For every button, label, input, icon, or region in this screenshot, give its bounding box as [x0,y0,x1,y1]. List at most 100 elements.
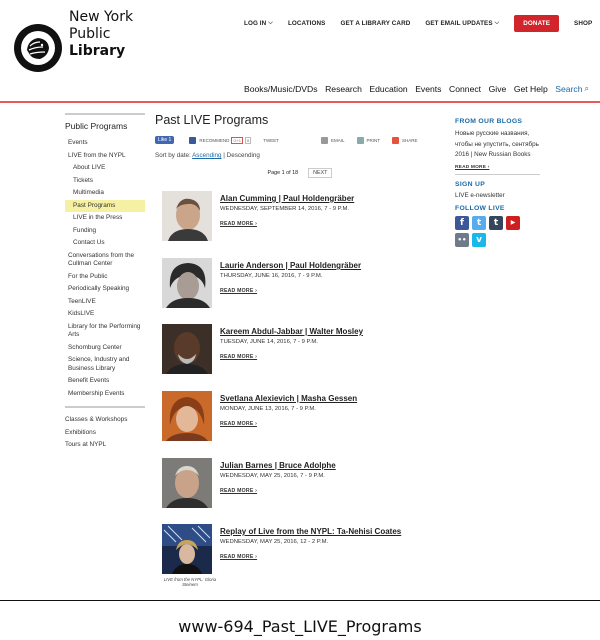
google-plus-count: 0 [245,136,252,144]
right-divider [455,173,540,175]
sidebar-item-membership-events[interactable]: Membership Events [65,388,145,401]
youtube-icon[interactable]: ▶ [506,215,520,230]
flickr-icon[interactable]: •• [455,232,469,247]
sidebar-item-sibl[interactable]: Science, Industry and Business Library [65,354,145,375]
shop-link[interactable]: SHOP [574,20,592,27]
share-bar: Like 1 RECOMMEND G+1 0 TWEET EMAIL PRINT… [155,134,445,146]
sidebar-item-classes[interactable]: Classes & Workshops [65,414,145,427]
read-more-link[interactable]: READ MORE › [220,488,430,494]
sidebar-item-tickets[interactable]: Tickets [65,175,145,188]
event-thumbnail[interactable] [162,258,212,308]
facebook-icon [189,136,197,144]
next-page-button[interactable]: NEXT [308,168,333,178]
sidebar-item-live-from-nypl[interactable]: LIVE from the NYPL [65,150,145,163]
google-plus-button[interactable]: G+1 [231,136,244,144]
search-button[interactable]: Search ⌕ [555,84,589,94]
event-title-link[interactable]: Laurie Anderson | Paul Holdengräber [220,261,430,270]
event-info: Alan Cumming | Paul Holdengräber WEDNESD… [220,194,430,227]
sidebar-item-multimedia[interactable]: Multimedia [65,187,145,200]
event-date: WEDNESDAY, SEPTEMBER 14, 2016, 7 - 9 P.M… [220,206,349,212]
thumbnail-caption: LIVE from the NYPL: Gloria Steinem [163,577,217,588]
login-link[interactable]: LOG IN ⌵ [244,20,273,27]
locations-link[interactable]: LOCATIONS [288,20,326,27]
event-thumbnail[interactable] [162,391,212,441]
sidebar-item-about-live[interactable]: About LIVE [65,162,145,175]
tumblr-icon[interactable]: t [489,215,503,230]
facebook-like-button[interactable]: Like 1 [155,136,175,144]
sort-descending-link[interactable]: Descending [227,152,260,159]
page-title: Past LIVE Programs [155,113,269,127]
event-info: Laurie Anderson | Paul Holdengräber THUR… [220,261,430,294]
event-thumbnail[interactable] [162,191,212,241]
recommend-button[interactable]: RECOMMEND G+1 0 [189,136,252,144]
event-thumbnail[interactable] [162,524,212,574]
sidebar-divider [65,406,145,408]
sidebar-item-periodically-speaking[interactable]: Periodically Speaking [65,283,145,296]
page-indicator: Page 1 of 18 [267,170,299,176]
sidebar-heading[interactable]: Public Programs [65,121,145,131]
sidebar-item-funding[interactable]: Funding [65,225,145,238]
blog-post-link[interactable]: Новые русские названия, чтобы не упустит… [455,129,540,161]
email-button[interactable]: EMAIL [321,136,345,144]
email-label: EMAIL [331,137,345,143]
sidebar-item-cullman-center[interactable]: Conversations from the Cullman Center [65,250,145,271]
email-updates-label: GET EMAIL UPDATES [425,20,493,27]
email-icon [321,136,328,144]
right-sidebar: FROM OUR BLOGS Новые русские названия, ч… [455,118,540,250]
sidebar-item-for-the-public[interactable]: For the Public [65,271,145,284]
print-label: PRINT [366,137,381,143]
sidebar-item-past-programs[interactable]: Past Programs [65,199,145,212]
read-more-link[interactable]: READ MORE › [220,354,430,360]
blog-read-more-link[interactable]: READ MORE › [455,165,540,170]
event-date: TUESDAY, JUNE 14, 2016, 7 - 9 P.M. [220,339,318,345]
facebook-icon[interactable]: f [455,215,469,230]
twitter-icon[interactable]: t [472,215,486,230]
nav-books-music-dvds[interactable]: Books/Music/DVDs [244,84,318,94]
sidebar-item-live-in-press[interactable]: LIVE in the Press [65,212,145,225]
event-title-link[interactable]: Kareem Abdul-Jabbar | Walter Mosley [220,327,430,336]
print-button[interactable]: PRINT [356,136,381,144]
sidebar-divider [65,113,145,115]
page: New York Public Library LOG IN ⌵ LOCATION… [0,0,600,600]
nav-connect[interactable]: Connect [449,84,481,94]
sidebar-item-contact-us[interactable]: Contact Us [65,237,145,250]
nav-give[interactable]: Give [489,84,507,94]
nypl-lion-logo[interactable] [14,24,62,72]
read-more-link[interactable]: READ MORE › [220,421,430,427]
nav-get-help[interactable]: Get Help [514,84,548,94]
tweet-button[interactable]: TWEET [263,138,279,143]
share-button[interactable]: SHARE [392,136,418,144]
event-title-link[interactable]: Replay of Live from the NYPL: Ta-Nehisi … [220,527,430,536]
donate-button[interactable]: DONATE [514,15,560,32]
nypl-wordmark[interactable]: New York Public Library [69,9,133,60]
vimeo-icon[interactable]: v [472,232,486,247]
sidebar-item-benefit-events[interactable]: Benefit Events [65,375,145,388]
nav-education[interactable]: Education [369,84,407,94]
sidebar-item-tours[interactable]: Tours at NYPL [65,439,145,452]
sidebar-item-events[interactable]: Events [65,137,145,150]
read-more-link[interactable]: READ MORE › [220,221,430,227]
sidebar-item-teenlive[interactable]: TeenLIVE [65,296,145,309]
portrait-image [162,391,212,441]
read-more-link[interactable]: READ MORE › [220,288,430,294]
enewsletter-link[interactable]: LIVE e-newsletter [455,192,540,199]
nav-events[interactable]: Events [415,84,441,94]
sidebar-item-schomburg[interactable]: Schomburg Center [65,342,145,355]
email-updates-link[interactable]: GET EMAIL UPDATES ⌵ [425,20,499,27]
video-still-image [162,524,212,574]
pagination: Page 1 of 18 NEXT [155,168,445,178]
event-thumbnail[interactable] [162,324,212,374]
read-more-link[interactable]: READ MORE › [220,554,430,560]
event-title-link[interactable]: Julian Barnes | Bruce Adolphe [220,461,430,470]
blogs-heading[interactable]: FROM OUR BLOGS [455,118,540,125]
sidebar-item-kidslive[interactable]: KidsLIVE [65,308,145,321]
event-title-link[interactable]: Svetlana Alexievich | Masha Gessen [220,394,430,403]
event-thumbnail[interactable] [162,458,212,508]
sidebar-item-performing-arts[interactable]: Library for the Performing Arts [65,321,145,342]
nav-research[interactable]: Research [325,84,362,94]
event-title-link[interactable]: Alan Cumming | Paul Holdengräber [220,194,430,203]
sort-ascending-link[interactable]: Ascending [192,152,221,159]
header-divider [0,101,600,103]
sidebar-item-exhibitions[interactable]: Exhibitions [65,427,145,440]
library-card-link[interactable]: GET A LIBRARY CARD [340,20,410,27]
